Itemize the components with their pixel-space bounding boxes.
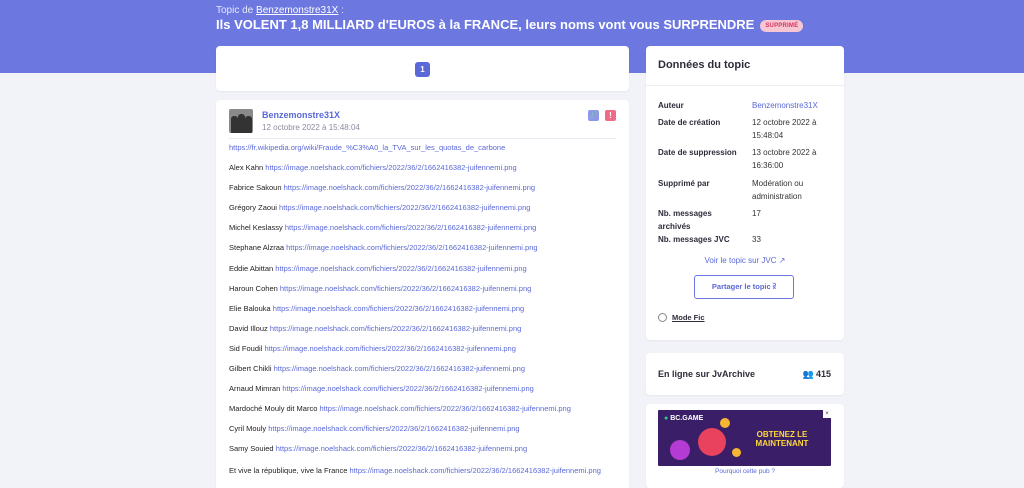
image-link[interactable]: https://image.noelshack.com/fichiers/202… [280,284,531,293]
row-label-deleted: Date de suppression [658,148,737,157]
ad-cta: OBTENEZ LE MAINTENANT [755,430,809,448]
image-link[interactable]: https://image.noelshack.com/fichiers/202… [286,243,537,252]
row-value-jvc-count: 33 [752,235,761,244]
post-line: David Illouz https://image.noelshack.com… [229,323,522,333]
ad-coin-graphic [670,440,690,460]
share-icon: ⫂ [772,282,777,291]
row-label-author: Auteur [658,101,684,110]
post-author[interactable]: Benzemonstre31X [262,110,340,120]
post-line: Michel Keslassy https://image.noelshack.… [229,223,537,233]
image-link[interactable]: https://image.noelshack.com/fichiers/202… [273,304,524,313]
row-value-archived: 17 [752,209,761,218]
post-divider [229,138,616,139]
ad-banner[interactable]: ● BC.GAME OBTENEZ LE MAINTENANT × [658,410,831,466]
topic-author-link[interactable]: Benzemonstre31X [256,5,338,16]
image-link[interactable]: https://image.noelshack.com/fichiers/202… [264,344,515,353]
image-link[interactable]: https://image.noelshack.com/fichiers/202… [279,203,530,212]
image-link[interactable]: https://image.noelshack.com/fichiers/202… [270,324,521,333]
post-line: Gilbert Chikli https://image.noelshack.c… [229,364,526,374]
image-link[interactable]: https://image.noelshack.com/fichiers/202… [275,264,526,273]
row-value-deleted: 13 octobre 2022 à 16:36:00 [752,148,817,170]
users-icon: 👥 [802,369,814,379]
external-link-icon: ↗ [778,256,786,265]
row-label-archived: Nb. messages archivés [658,209,712,231]
ad-brand: ● BC.GAME [664,415,704,422]
row-value-created: 12 octobre 2022 à 15:48:04 [752,118,817,140]
pagination: 1 [216,46,629,91]
topic-prefix: Topic de Benzemonstre31X : [216,5,344,16]
image-link[interactable]: https://image.noelshack.com/fichiers/202… [285,223,536,232]
image-link[interactable]: https://image.noelshack.com/fichiers/202… [276,444,527,453]
online-label: En ligne sur JvArchive [658,369,756,379]
status-badge: SUPPRIMÉ [760,20,804,32]
post-line: Stephane Alzraa https://image.noelshack.… [229,243,538,253]
image-link[interactable]: https://image.noelshack.com/fichiers/202… [350,466,601,475]
topic-title: Ils VOLENT 1,8 MILLIARD d'EUROS à la FRA… [216,17,804,32]
post-line: Mardoché Mouly dit Marco https://image.n… [229,404,571,414]
post-line: Alex Kahn https://image.noelshack.com/fi… [229,163,517,173]
image-link[interactable]: https://image.noelshack.com/fichiers/202… [282,384,533,393]
post-line: Cyril Mouly https://image.noelshack.com/… [229,424,520,434]
wikipedia-link[interactable]: https://fr.wikipedia.org/wiki/Fraude_%C3… [229,143,505,152]
why-this-ad-link[interactable]: Pourquoi cette pub ? [646,468,844,475]
topic-title-text: Ils VOLENT 1,8 MILLIARD d'EUROS à la FRA… [216,17,755,32]
page-button-1[interactable]: 1 [415,62,430,77]
topic-prefix-colon: : [338,5,344,16]
fic-mode-toggle[interactable]: Mode Fic [658,313,705,322]
topic-data-panel: Données du topic Auteur Benzemonstre31X … [646,46,844,340]
post-line: Arnaud Mimran https://image.noelshack.co… [229,384,534,394]
panel-divider [646,85,844,86]
row-label-created: Date de création [658,118,721,127]
avatar [229,109,253,133]
ad-coin-graphic [732,448,741,457]
close-icon[interactable]: × [823,410,831,418]
image-link[interactable]: https://image.noelshack.com/fichiers/202… [284,183,535,192]
image-link[interactable]: https://image.noelshack.com/fichiers/202… [319,404,570,413]
post-date: 12 octobre 2022 à 15:48:04 [262,123,360,132]
post-line: Haroun Cohen https://image.noelshack.com… [229,283,532,293]
ad-coin-graphic [720,418,730,428]
image-link[interactable]: https://image.noelshack.com/fichiers/202… [274,364,525,373]
panel-title: Données du topic [658,59,751,71]
fic-mode-label: Mode Fic [672,313,705,322]
post-card: Benzemonstre31X 12 octobre 2022 à 15:48:… [216,100,629,488]
post-line: https://fr.wikipedia.org/wiki/Fraude_%C3… [229,143,616,163]
ad-panel: ● BC.GAME OBTENEZ LE MAINTENANT × Pourqu… [646,404,844,488]
post-line: Elie Balouka https://image.noelshack.com… [229,303,525,313]
row-value-author[interactable]: Benzemonstre31X [752,99,838,112]
image-link[interactable]: https://image.noelshack.com/fichiers/202… [265,163,516,172]
share-topic-button[interactable]: Partager le topic ⫂ [694,275,794,299]
row-label-deleted-by: Supprimé par [658,179,710,188]
row-value-deleted-by: Modération ou administration [752,179,804,201]
post-line: Eddie Abittan https://image.noelshack.co… [229,263,527,273]
topic-prefix-label: Topic de [216,5,254,16]
post-line: Et vive la république, vive la France ht… [229,465,601,475]
post-body: https://fr.wikipedia.org/wiki/Fraude_%C3… [229,143,616,476]
image-link[interactable]: https://image.noelshack.com/fichiers/202… [268,424,519,433]
link-icon[interactable]: 🔗 [588,110,599,121]
post-line: Fabrice Sakoun https://image.noelshack.c… [229,183,536,193]
ad-coin-graphic [698,428,726,456]
post-line: Samy Souied https://image.noelshack.com/… [229,444,528,454]
view-on-jvc-link[interactable]: Voir le topic sur JVC ↗ [646,256,844,265]
fic-mode-radio[interactable] [658,313,667,322]
post-line: Sid Foudil https://image.noelshack.com/f… [229,343,516,353]
online-count: 👥 415 [802,369,831,379]
alert-icon[interactable]: ! [605,110,616,121]
online-panel: En ligne sur JvArchive 👥 415 [646,353,844,395]
row-label-jvc-count: Nb. messages JVC [658,235,730,244]
post-line: Grégory Zaoui https://image.noelshack.co… [229,203,531,213]
